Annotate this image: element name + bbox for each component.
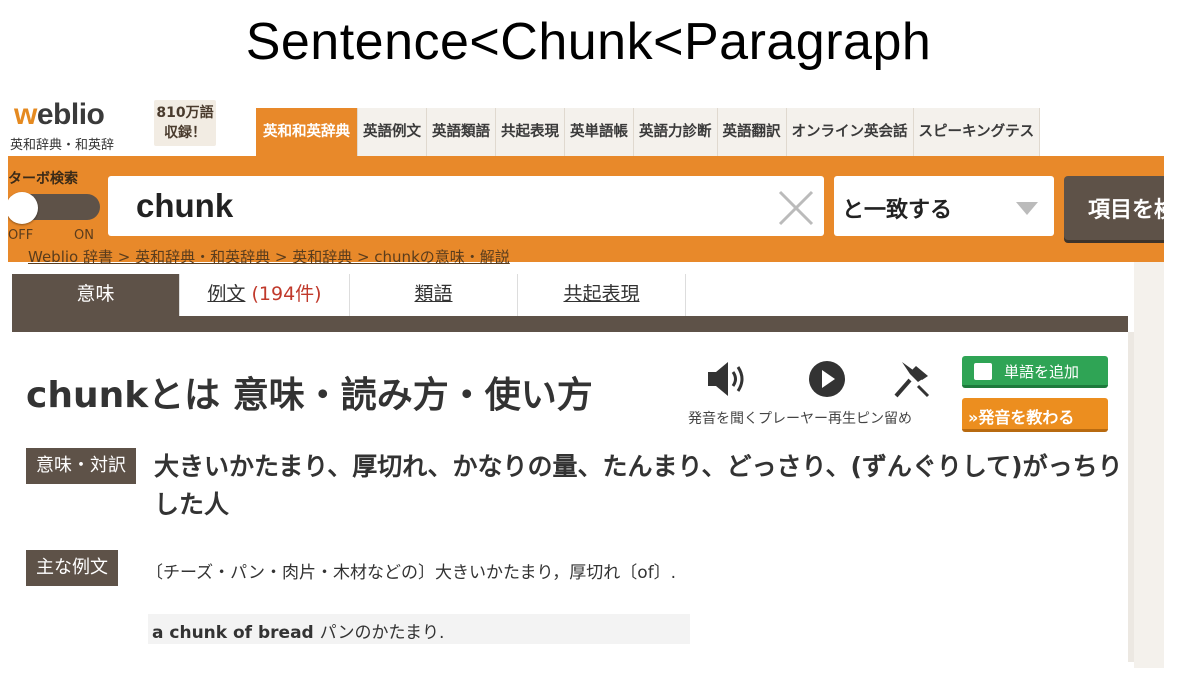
add-word-label: 単語を追加 bbox=[1004, 363, 1080, 381]
page-title: chunkとは 意味・読み方・使い方 bbox=[26, 375, 593, 416]
teach-pronunciation-button[interactable]: »発音を教わる bbox=[962, 398, 1108, 432]
nav-tab-thesaurus[interactable]: 英語類語 bbox=[427, 108, 496, 156]
match-mode-select[interactable]: と一致する bbox=[834, 176, 1054, 236]
tab-collocations-label: 共起表現 bbox=[563, 283, 640, 305]
download-icon bbox=[974, 363, 992, 380]
tab-examples-count: (194件) bbox=[251, 283, 322, 305]
nav-tab-collocations[interactable]: 共起表現 bbox=[496, 108, 565, 156]
example-definition: 〔チーズ・パン・肉片・木材などの〕大きいかたまり，厚切れ〔of〕. bbox=[146, 563, 677, 583]
nav-tab-diagnosis[interactable]: 英語力診断 bbox=[634, 108, 718, 156]
speaker-icon[interactable] bbox=[702, 358, 752, 400]
slide-title: Sentence<Chunk<Paragraph bbox=[245, 13, 932, 71]
nav-tab-dictionary[interactable]: 英和和英辞典 bbox=[256, 108, 358, 156]
play-icon[interactable] bbox=[802, 358, 852, 400]
toggle-on-label: ON bbox=[74, 228, 94, 243]
breadcrumb[interactable]: Weblio 辞書 > 英和辞典・和英辞典 > 英和辞典 > chunkの意味・… bbox=[28, 246, 510, 267]
tab-examples[interactable]: 例文 (194件) bbox=[180, 274, 350, 316]
example-english: a chunk of bread bbox=[152, 623, 314, 643]
add-word-button[interactable]: 単語を追加 bbox=[962, 356, 1108, 388]
nav-tab-wordbook[interactable]: 英単語帳 bbox=[565, 108, 634, 156]
nav-tab-speaking-test[interactable]: スピーキングテス bbox=[913, 108, 1041, 156]
clear-icon[interactable] bbox=[776, 188, 816, 228]
example-japanese: パンのかたまり. bbox=[319, 623, 445, 643]
tab-synonyms-label: 類語 bbox=[414, 283, 453, 305]
badge-line-2: 収録！ bbox=[164, 125, 206, 141]
weblio-logo[interactable]: weblio 英和辞典・和英辞 bbox=[10, 98, 150, 154]
search-input[interactable]: chunk bbox=[108, 176, 824, 236]
meaning-text: 大きいかたまり、厚切れ、かなりの量、たんまり、どっさり、(ずんぐりして)がっちり… bbox=[154, 452, 1123, 519]
search-submit-label: 項目を検 bbox=[1088, 198, 1164, 223]
search-submit-button[interactable]: 項目を検 bbox=[1064, 176, 1164, 240]
example-label: 主な例文 bbox=[26, 550, 118, 586]
nav-tab-translation[interactable]: 英語翻訳 bbox=[717, 108, 787, 156]
meaning-label: 意味・対訳 bbox=[26, 448, 136, 484]
search-band: ターボ検索 OFF ON chunk と一致する 項目を検 Weblio 辞書 … bbox=[8, 156, 1164, 266]
word-count-badge: 810万語 収録！ bbox=[154, 100, 216, 146]
tab-synonyms[interactable]: 類語 bbox=[350, 274, 518, 316]
nav-tab-online-conversation[interactable]: オンライン英会話 bbox=[786, 108, 914, 156]
turbo-search-label: ターボ検索 bbox=[8, 171, 78, 187]
example-sentence: a chunk of bread パンのかたまり. bbox=[148, 614, 690, 644]
logo-subtitle: 英和辞典・和英辞 bbox=[10, 138, 115, 153]
teach-pronunciation-label: »発音を教わる bbox=[968, 408, 1075, 427]
logo-rest: eblio bbox=[36, 98, 105, 131]
logo-w: w bbox=[14, 98, 37, 131]
content-scroll-edge bbox=[1128, 332, 1134, 662]
icon-caption: 発音を聞くプレーヤー再生ピン留め bbox=[688, 411, 912, 427]
tab-collocations[interactable]: 共起表現 bbox=[518, 274, 686, 316]
weblio-screenshot: weblio 英和辞典・和英辞 810万語 収録！ 英和和英辞典 英語例文 英語… bbox=[8, 96, 1164, 668]
logo-wordmark: weblio bbox=[14, 98, 105, 132]
nav-tab-examples[interactable]: 英語例文 bbox=[358, 108, 427, 156]
entry-content: chunkとは 意味・読み方・使い方 発音を聞くプレーヤー再生ピン留め 単語を追… bbox=[12, 332, 1128, 668]
tab-meaning[interactable]: 意味 bbox=[12, 274, 180, 316]
search-query: chunk bbox=[136, 187, 234, 224]
badge-line-1: 810万語 bbox=[156, 105, 214, 121]
chevron-down-icon bbox=[1016, 202, 1038, 215]
tab-underline-bar bbox=[12, 316, 1128, 332]
toggle-off-label: OFF bbox=[8, 228, 34, 243]
match-mode-value: と一致する bbox=[842, 198, 953, 223]
tab-examples-label: 例文 bbox=[207, 283, 246, 305]
service-nav: 英和和英辞典 英語例文 英語類語 共起表現 英単語帳 英語力診断 英語翻訳 オン… bbox=[256, 108, 1041, 156]
pin-icon[interactable] bbox=[888, 358, 938, 400]
site-header: weblio 英和辞典・和英辞 810万語 収録！ 英和和英辞典 英語例文 英語… bbox=[8, 96, 1164, 156]
